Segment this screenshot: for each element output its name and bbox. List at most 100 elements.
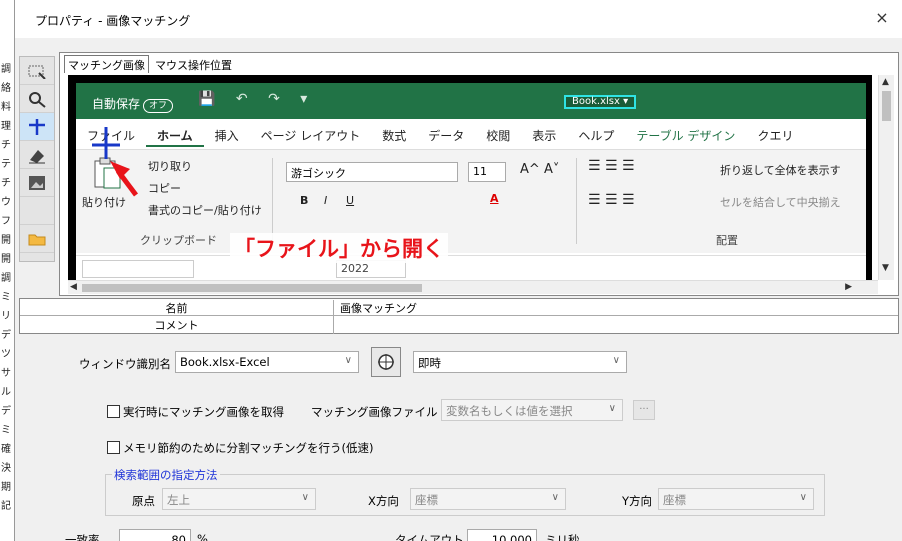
quick-access-icons: 💾 ↶ ↷ ▾ <box>198 91 316 107</box>
wrap-text-label: 折り返して全体を表示す <box>720 164 841 177</box>
excel-screenshot: 自動保存 オフ 💾 ↶ ↷ ▾ Book.xlsx ▾ ファイル ホーム 挿入 ページ … <box>76 83 866 280</box>
background-char: 開 <box>1 254 11 265</box>
search-range-group: 検索範囲の指定方法 原点 左上 ∨ X方向 座標 ∨ Y方向 座標 ∨ <box>105 467 825 516</box>
background-char: デ <box>1 406 11 417</box>
match-file-label: マッチング画像ファイル <box>311 405 438 419</box>
autosave-toggle: オフ <box>143 99 174 113</box>
chevron-down-icon: ∨ <box>301 492 309 503</box>
background-char: 記 <box>1 501 11 512</box>
prop-value[interactable]: 画像マッチング <box>340 300 417 316</box>
window-id-select[interactable]: Book.xlsx-Excel ∨ <box>175 351 359 373</box>
merge-center-label: セルを結合して中央揃え <box>720 196 841 209</box>
align-icons-top: ☰ ☰ ☰ <box>588 158 635 174</box>
name-box <box>82 260 194 278</box>
timing-select[interactable]: 即時 ∨ <box>413 351 627 373</box>
excel-tab: 表示 <box>532 129 557 143</box>
timing-value: 即時 <box>418 356 441 370</box>
background-char: ル <box>1 387 11 398</box>
tab-mouse-position[interactable]: マウス操作位置 <box>151 55 236 73</box>
italic-button: I <box>324 194 328 207</box>
capture-region-icon[interactable] <box>20 57 54 85</box>
eraser-icon[interactable] <box>20 141 54 169</box>
image-panel: マッチング画像 マウス操作位置 自動保存 オフ 💾 ↶ ↷ ▾ Book.xlsx… <box>59 52 899 296</box>
match-file-select[interactable]: 変数名もしくは値を選択 ∨ <box>441 399 623 421</box>
chevron-down-icon: ∨ <box>799 492 807 503</box>
background-char: 絡 <box>1 83 11 94</box>
property-grid: 名前 画像マッチング コメント <box>19 298 899 334</box>
dialog-title: プロパティ - 画像マッチング <box>35 14 191 28</box>
tab-matching-image[interactable]: マッチング画像 <box>64 55 149 73</box>
magnifier-icon[interactable] <box>20 85 54 113</box>
y-direction-label: Y方向 <box>622 494 653 508</box>
close-button[interactable]: × <box>872 8 892 27</box>
background-char: 確 <box>1 444 11 455</box>
origin-select[interactable]: 左上 ∨ <box>162 488 316 510</box>
horizontal-scrollbar[interactable]: ◀ ▶ <box>68 280 878 294</box>
background-char: 料 <box>1 102 11 113</box>
crosshair-icon[interactable] <box>20 113 54 141</box>
memory-saving-checkbox[interactable] <box>107 441 120 454</box>
origin-value: 左上 <box>167 493 190 507</box>
chevron-down-icon: ∨ <box>612 355 620 366</box>
match-rate-label: 一致率 <box>65 533 100 541</box>
chevron-down-icon: ∨ <box>551 492 559 503</box>
annotation-arrow <box>92 127 138 197</box>
browse-button[interactable]: ... <box>633 400 655 420</box>
image-select-icon[interactable] <box>20 169 54 197</box>
folder-icon[interactable] <box>20 225 54 253</box>
excel-tab: 数式 <box>382 129 407 143</box>
font-grow: A^ <box>520 162 540 177</box>
prop-key: 名前 <box>20 300 334 317</box>
background-char: 調 <box>1 64 11 75</box>
blank-tool <box>20 197 54 225</box>
background-char: 理 <box>1 121 11 132</box>
alignment-group-label: 配置 <box>716 234 738 247</box>
background-char: チ <box>1 178 11 189</box>
bold-button: B <box>300 194 309 207</box>
background-char: チ <box>1 140 11 151</box>
timeout-value: 10.000 <box>491 533 532 541</box>
x-direction-label: X方向 <box>368 494 399 508</box>
excel-title-bar: 自動保存 オフ 💾 ↶ ↷ ▾ Book.xlsx ▾ <box>76 83 866 119</box>
runtime-capture-checkbox[interactable] <box>107 405 120 418</box>
scroll-thumb[interactable] <box>82 284 422 292</box>
x-direction-select[interactable]: 座標 ∨ <box>410 488 566 510</box>
timeout-unit: ミリ秒 <box>545 533 580 541</box>
prop-row-name: 名前 画像マッチング <box>20 299 898 317</box>
vertical-scrollbar[interactable]: ▲ ▼ <box>878 75 894 280</box>
timeout-input[interactable]: 10.000 <box>467 529 537 541</box>
excel-tab: データ <box>428 129 465 143</box>
autosave: 自動保存 オフ <box>92 95 174 113</box>
prop-row-comment: コメント <box>20 316 898 334</box>
y-direction-select[interactable]: 座標 ∨ <box>658 488 814 510</box>
background-char: 調 <box>1 273 11 284</box>
autosave-label: 自動保存 <box>92 97 141 111</box>
background-char: サ <box>1 368 11 379</box>
window-picker-button[interactable] <box>371 347 401 377</box>
memory-saving-label: メモリ節約のために分割マッチングを行う(低速) <box>123 441 374 455</box>
background-char: 期 <box>1 482 11 493</box>
chevron-down-icon: ∨ <box>608 403 616 414</box>
align-icons-bottom: ☰ ☰ ☰ <box>588 192 635 208</box>
timeout-label: タイムアウト <box>395 533 464 541</box>
panel-tabs: マッチング画像 マウス操作位置 <box>64 55 238 73</box>
match-file-placeholder: 変数名もしくは値を選択 <box>446 404 573 418</box>
target-icon <box>378 354 394 370</box>
font-name-combo: 游ゴシック <box>286 162 458 182</box>
font-shrink: A˅ <box>544 162 560 177</box>
formula-bar: 2022 <box>76 255 866 279</box>
match-rate-input[interactable]: 80 <box>119 529 191 541</box>
match-rate-value: 80 <box>171 533 186 541</box>
excel-tab: クエリ <box>757 129 794 143</box>
origin-label: 原点 <box>132 494 155 508</box>
annotation-text: 「ファイル」から開く <box>230 233 448 263</box>
prop-key: コメント <box>20 317 334 334</box>
search-range-legend: 検索範囲の指定方法 <box>112 467 220 483</box>
background-char: フ <box>1 216 11 227</box>
title-bar: プロパティ - 画像マッチング × <box>15 0 902 38</box>
screen: 調絡料理チテチウフ開開調ミリデツサルデミ確決期記 プロパティ - 画像マッチング… <box>0 0 902 541</box>
tool-column <box>19 56 55 262</box>
background-char: 決 <box>1 463 11 474</box>
window-id-value: Book.xlsx-Excel <box>180 355 270 369</box>
x-direction-value: 座標 <box>415 493 438 507</box>
